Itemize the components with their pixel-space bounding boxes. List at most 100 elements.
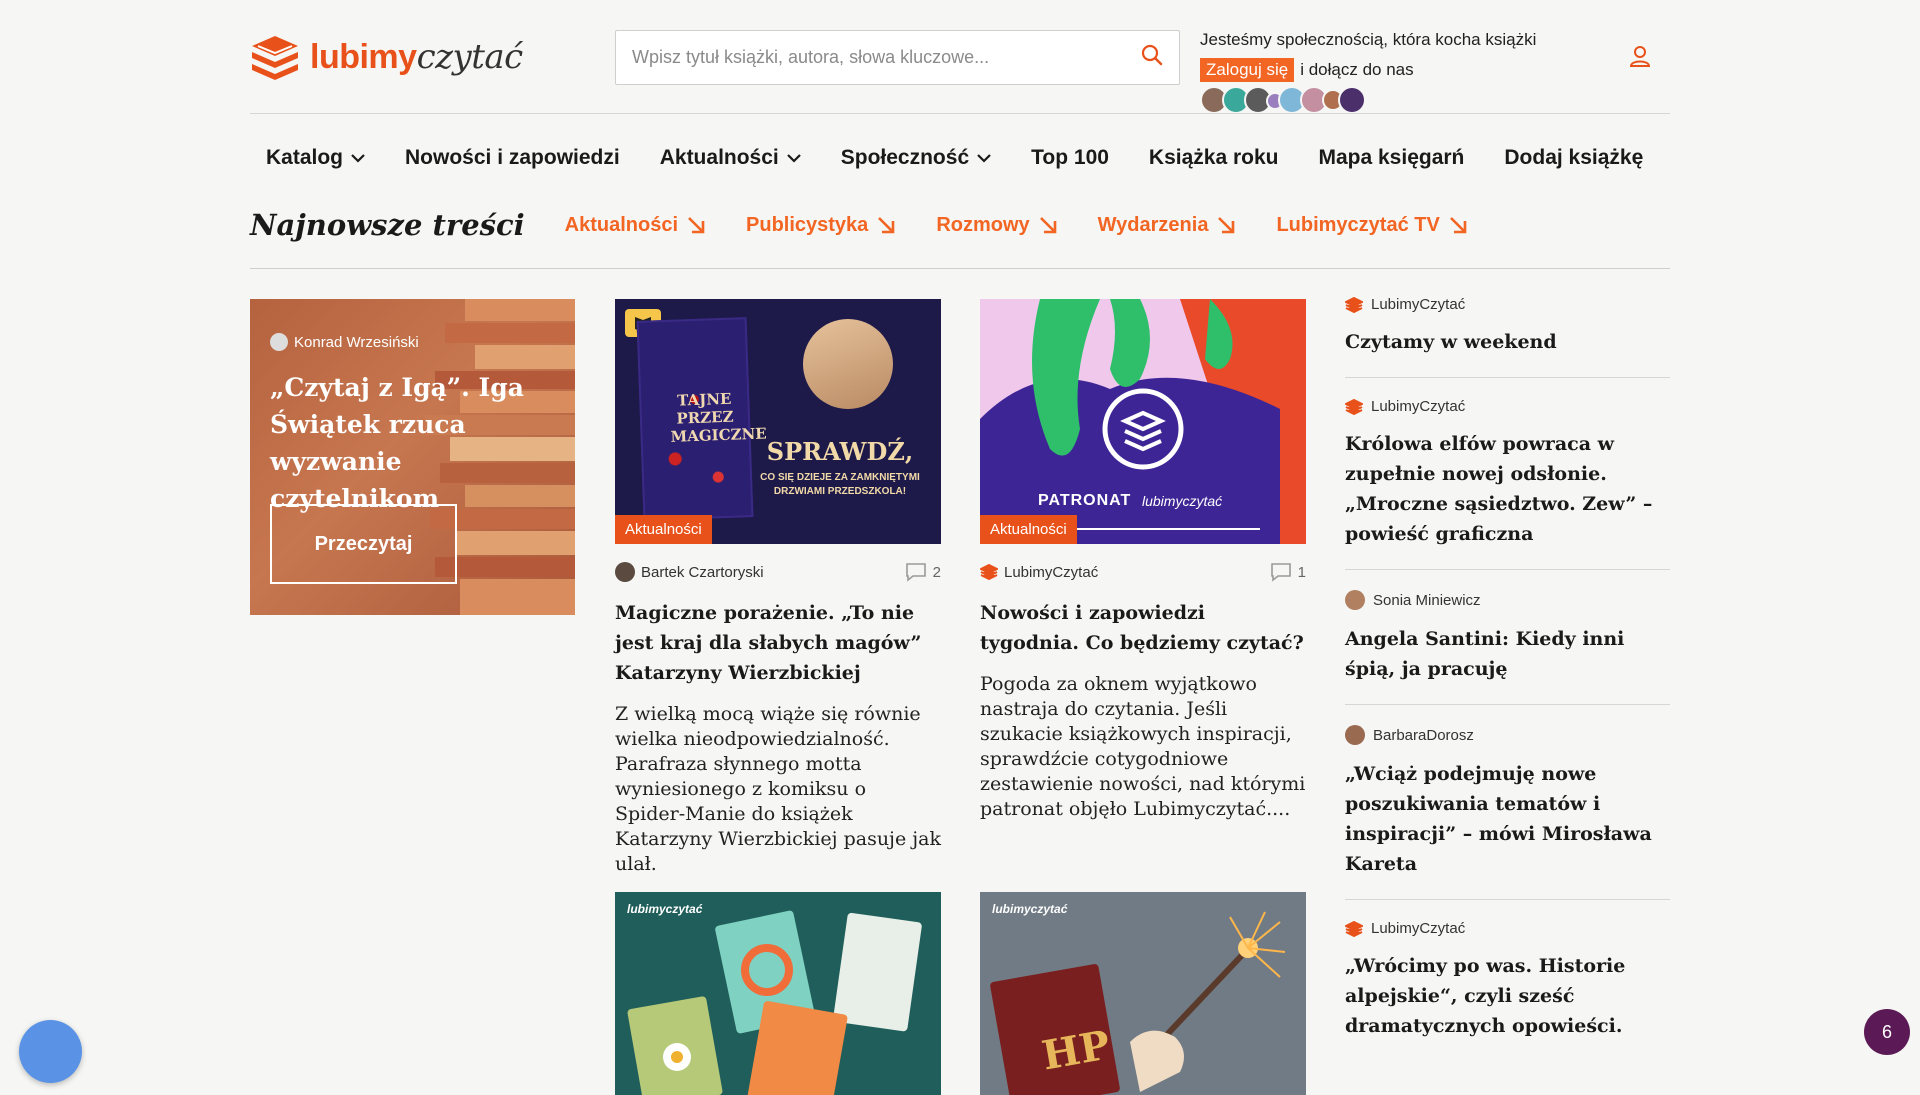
subnav-link-rozmowy[interactable]: Rozmowy xyxy=(936,214,1057,237)
featured-author: Konrad Wrzesiński xyxy=(294,333,419,351)
side-source[interactable]: BarbaraDorosz xyxy=(1373,727,1474,744)
lc-logo-icon xyxy=(980,564,998,580)
side-source[interactable]: LubimyCzytać xyxy=(1371,398,1465,415)
main-nav: Katalog Nowości i zapowiedzi Aktualności… xyxy=(266,146,1683,170)
content-subnav: Najnowsze treści Aktualności Publicystyk… xyxy=(250,208,1508,242)
side-source[interactable]: Sonia Miniewicz xyxy=(1373,592,1481,609)
nav-dodaj-ksiazke[interactable]: Dodaj książkę xyxy=(1504,146,1643,170)
search-input[interactable] xyxy=(632,47,1141,68)
card-title[interactable]: Magiczne porażenie. „To nie jest kraj dl… xyxy=(615,598,941,688)
article-card[interactable]: PATRONAT lubimyczytać Aktualności Lubimy… xyxy=(980,299,1306,822)
subnav-link-wydarzenia[interactable]: Wydarzenia xyxy=(1098,214,1237,237)
article-card[interactable]: lubimyczytać xyxy=(615,892,941,1095)
brand-watermark: lubimyczytać xyxy=(627,902,703,916)
card-title[interactable]: Nowości i zapowiedzi tygodnia. Co będzie… xyxy=(980,598,1306,658)
list-item[interactable]: Sonia Miniewicz Angela Santini: Kiedy in… xyxy=(1345,590,1670,705)
author-avatar xyxy=(1345,725,1365,745)
comment-count: 2 xyxy=(932,563,941,581)
article-card[interactable]: HP lubimyczytać xyxy=(980,892,1306,1095)
chevron-down-icon xyxy=(786,154,801,163)
side-articles-list: LubimyCzytać Czytamy w weekend LubimyCzy… xyxy=(1345,296,1670,1081)
article-image[interactable]: PATRONAT lubimyczytać Aktualności xyxy=(980,299,1306,544)
arrow-down-right-icon xyxy=(1039,217,1056,234)
patronat-brand: lubimyczytać xyxy=(1142,493,1223,509)
side-title[interactable]: Czytamy w weekend xyxy=(1345,327,1670,357)
featured-title[interactable]: „Czytaj z Igą”. Iga Świątek rzuca wyzwan… xyxy=(270,369,560,517)
subnav-link-aktualnosci[interactable]: Aktualności xyxy=(565,214,706,237)
books-illustration xyxy=(615,892,941,1095)
brand-watermark: lubimyczytać xyxy=(992,902,1068,916)
chat-bubble-button[interactable] xyxy=(19,1020,82,1083)
community-block: Jesteśmy społecznością, która kocha ksią… xyxy=(1200,30,1600,114)
card-excerpt: Z wielką mocą wiąże się równie wielka ni… xyxy=(615,703,941,875)
search-icon[interactable] xyxy=(1141,44,1163,71)
lc-logo-icon xyxy=(1345,398,1363,415)
author-photo xyxy=(803,319,893,409)
join-text: i dołącz do nas xyxy=(1300,60,1414,79)
notification-count-badge[interactable]: 6 xyxy=(1864,1009,1910,1055)
community-text: Jesteśmy społecznością, która kocha ksią… xyxy=(1200,30,1537,49)
article-image[interactable]: HP lubimyczytać xyxy=(980,892,1306,1095)
promo-subline: CO SIĘ DZIEJE ZA ZAMKNIĘTYMI DRZWIAMI PR… xyxy=(760,472,920,497)
card-author[interactable]: LubimyCzytać xyxy=(1004,564,1098,581)
author-avatar xyxy=(1345,590,1365,610)
logo-text: lubimyczytać xyxy=(310,37,523,77)
list-item[interactable]: BarbaraDorosz „Wciąż podejmuję nowe posz… xyxy=(1345,725,1670,900)
nav-nowosci[interactable]: Nowości i zapowiedzi xyxy=(405,146,620,170)
logo-books-icon xyxy=(250,34,300,80)
comment-icon xyxy=(905,563,926,582)
nav-katalog[interactable]: Katalog xyxy=(266,146,365,170)
arrow-down-right-icon xyxy=(1449,217,1467,234)
nav-spolecznosc[interactable]: Społeczność xyxy=(841,146,991,170)
community-avatars xyxy=(1200,86,1600,114)
wand-book-illustration xyxy=(980,892,1306,1095)
patronat-label: PATRONAT xyxy=(1038,492,1132,509)
book-cover: TAJNE PRZEZ MAGICZNE xyxy=(636,317,767,521)
list-item[interactable]: LubimyCzytać „Wrócimy po was. Historie a… xyxy=(1345,920,1670,1061)
book-cover-title: TAJNE PRZEZ MAGICZNE xyxy=(670,389,767,446)
nav-ksiazka-roku[interactable]: Książka roku xyxy=(1149,146,1279,170)
side-title[interactable]: „Wciąż podejmuję nowe poszukiwania temat… xyxy=(1345,759,1670,879)
side-source[interactable]: LubimyCzytać xyxy=(1371,920,1465,937)
comment-count: 1 xyxy=(1297,563,1306,581)
side-title[interactable]: Królowa elfów powraca w zupełnie nowej o… xyxy=(1345,429,1670,549)
card-author[interactable]: Bartek Czartoryski xyxy=(641,564,764,581)
category-tag[interactable]: Aktualności xyxy=(980,515,1077,544)
search-box xyxy=(615,30,1180,85)
read-button[interactable]: Przeczytaj xyxy=(270,504,457,584)
lc-logo-icon xyxy=(1345,296,1363,313)
article-image[interactable]: TAJNE PRZEZ MAGICZNE SPRAWDŹ, CO SIĘ DZI… xyxy=(615,299,941,544)
subnav-title: Najnowsze treści xyxy=(250,208,525,242)
comment-icon xyxy=(1270,563,1291,582)
subnav-link-tv[interactable]: Lubimyczytać TV xyxy=(1276,214,1467,237)
subnav-link-publicystyka[interactable]: Publicystyka xyxy=(746,214,896,237)
side-source[interactable]: LubimyCzytać xyxy=(1371,296,1465,313)
article-image[interactable]: lubimyczytać xyxy=(615,892,941,1095)
author-avatar xyxy=(270,333,288,351)
promo-headline: SPRAWDŹ, xyxy=(766,437,914,466)
side-title[interactable]: „Wrócimy po was. Historie alpejskie“, cz… xyxy=(1345,951,1670,1041)
nav-aktualnosci[interactable]: Aktualności xyxy=(660,146,801,170)
side-title[interactable]: Angela Santini: Kiedy inni śpią, ja prac… xyxy=(1345,624,1670,684)
site-logo[interactable]: lubimyczytać xyxy=(250,34,523,80)
featured-article[interactable]: Konrad Wrzesiński „Czytaj z Igą”. Iga Św… xyxy=(250,299,575,615)
arrow-down-right-icon xyxy=(688,217,705,234)
list-item[interactable]: LubimyCzytać Czytamy w weekend xyxy=(1345,296,1670,378)
nav-top100[interactable]: Top 100 xyxy=(1031,146,1109,170)
header-divider xyxy=(250,113,1670,114)
article-card[interactable]: TAJNE PRZEZ MAGICZNE SPRAWDŹ, CO SIĘ DZI… xyxy=(615,299,941,877)
chevron-down-icon xyxy=(977,154,991,163)
arrow-down-right-icon xyxy=(1218,217,1235,234)
arrow-down-right-icon xyxy=(878,217,895,234)
subnav-divider xyxy=(250,268,1670,269)
login-button[interactable]: Zaloguj się xyxy=(1200,58,1295,82)
author-avatar xyxy=(615,562,635,582)
avatar xyxy=(1338,86,1366,114)
user-account-icon[interactable] xyxy=(1628,44,1652,73)
card-excerpt: Pogoda za oknem wyjątkowo nastraja do cz… xyxy=(980,673,1306,820)
lc-logo-icon xyxy=(1345,920,1363,937)
list-item[interactable]: LubimyCzytać Królowa elfów powraca w zup… xyxy=(1345,398,1670,570)
chevron-down-icon xyxy=(351,154,365,163)
nav-mapa-ksiegarn[interactable]: Mapa księgarń xyxy=(1318,146,1464,170)
category-tag[interactable]: Aktualności xyxy=(615,515,712,544)
